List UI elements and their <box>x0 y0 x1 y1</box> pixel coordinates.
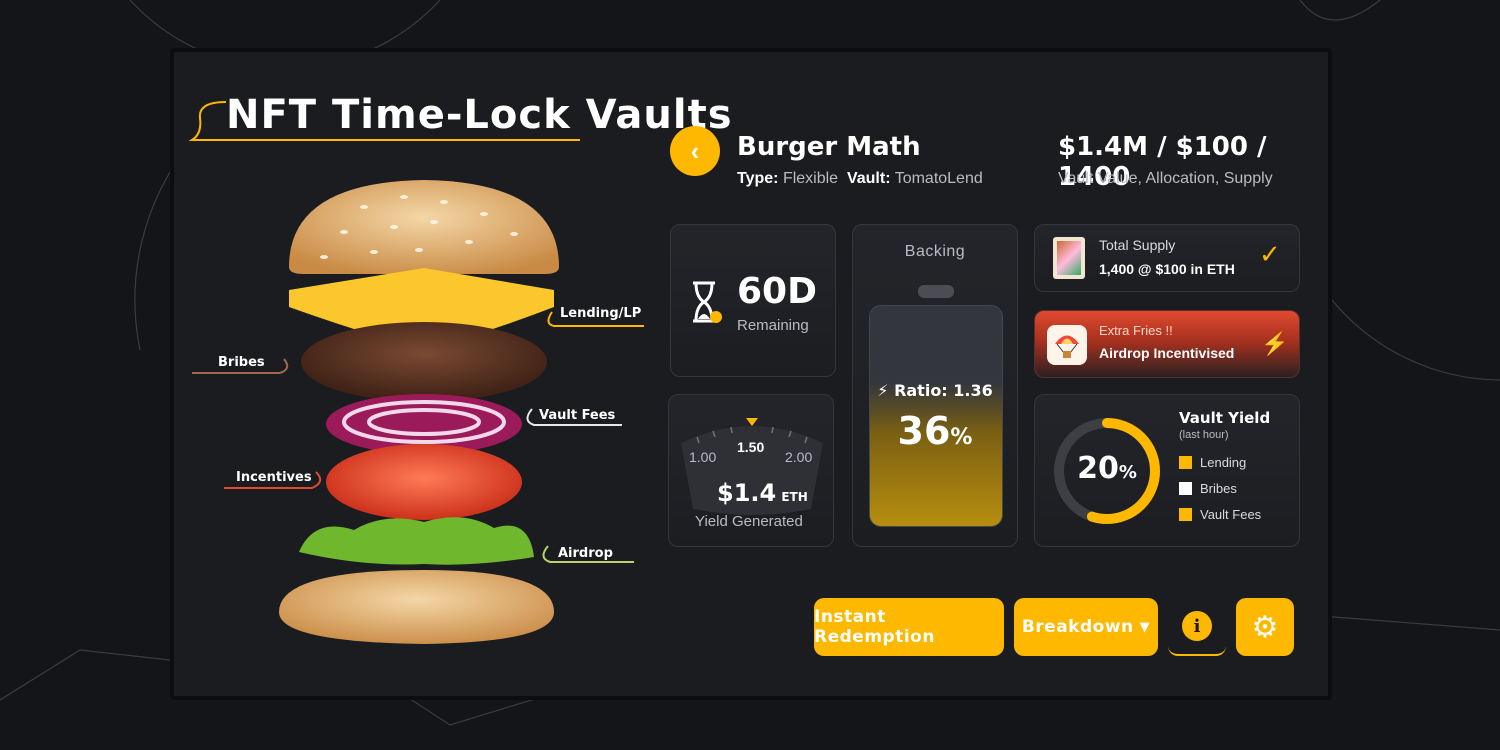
backing-title: Backing <box>904 243 966 260</box>
breakdown-button[interactable]: Breakdown ▼ <box>1014 598 1158 656</box>
backing-percent-sign: % <box>950 425 973 450</box>
promo-card[interactable]: Extra Fries !! Airdrop Incentivised ⚡ <box>1034 310 1300 378</box>
backing-card: Backing ⚡ Ratio: 1.36 36% <box>852 224 1018 547</box>
yield-card: 1.00 1.50 2.00 $1.4 ETH Yield Generated <box>668 394 834 547</box>
total-supply-card: Total Supply 1,400 @ $100 in ETH ✓ <box>1034 224 1300 292</box>
instant-redemption-button[interactable]: Instant Redemption <box>814 598 1004 656</box>
gear-icon: ⚙ <box>1251 610 1279 644</box>
promo-title: Extra Fries !! <box>1099 323 1173 338</box>
back-button[interactable]: ‹ <box>670 126 720 176</box>
battery-fill <box>870 383 1002 526</box>
parachute-icon <box>1047 325 1087 365</box>
check-icon: ✓ <box>1259 239 1281 269</box>
vault-key: Vault: <box>846 170 891 187</box>
gauge-min: 1.00 <box>689 449 717 465</box>
vault-yield-card: 20% Vault Yield (last hour) Lending Brib… <box>1034 394 1300 547</box>
nft-thumbnail <box>1053 237 1085 279</box>
yield-amount-row: $1.4 ETH <box>717 479 808 507</box>
summary-caption: Vault Value, Allocation, Supply <box>1058 170 1273 187</box>
vault-name: Burger Math <box>737 132 921 162</box>
vault-yield-percent: 20 <box>1077 451 1119 486</box>
vault-meta: Type: Flexible Vault: TomatoLend <box>737 170 983 188</box>
legend-item: Vault Fees <box>1179 501 1261 527</box>
airdrop-line <box>542 545 634 563</box>
vault-yield-percent-sign: % <box>1118 462 1137 483</box>
vault-yield-legend: Lending Bribes Vault Fees <box>1179 449 1261 527</box>
yield-amount: $1.4 <box>717 479 777 507</box>
backing-percent-row: 36% <box>853 409 1017 453</box>
legend-item: Bribes <box>1179 475 1261 501</box>
vault-dashboard: NFT Time-Lock Vaults Lending/LP Bribes V… <box>170 48 1332 700</box>
caret-down-icon: ▼ <box>1139 619 1151 635</box>
supply-title: Total Supply <box>1099 237 1176 253</box>
promo-detail: Airdrop Incentivised <box>1099 345 1235 361</box>
yield-label: Yield Generated <box>695 513 803 530</box>
yield-unit: ETH <box>781 490 808 504</box>
bolt-icon: ⚡ <box>877 381 889 400</box>
settings-button[interactable]: ⚙ <box>1236 598 1294 656</box>
gauge-mid: 1.50 <box>737 439 765 455</box>
vault-value: TomatoLend <box>894 170 983 187</box>
remaining-value: 60D <box>737 271 817 312</box>
remaining-label: Remaining <box>737 317 809 334</box>
vault-yield-percent-row: 20% <box>1051 451 1163 486</box>
remaining-card: 60D Remaining <box>670 224 836 377</box>
ratio-text: Ratio: 1.36 <box>894 381 993 400</box>
battery-cap <box>918 285 954 298</box>
type-key: Type: <box>737 170 779 187</box>
legend-swatch <box>1179 455 1192 469</box>
hourglass-icon <box>693 281 722 323</box>
legend-swatch <box>1179 507 1192 521</box>
info-button[interactable]: i <box>1168 598 1226 656</box>
gauge-pointer-icon <box>746 418 758 426</box>
lending-line <box>547 311 644 327</box>
vault-fees-line <box>526 408 622 426</box>
legend-label: Vault Fees <box>1200 506 1262 522</box>
lightning-icon: ⚡ <box>1261 331 1289 356</box>
legend-item: Lending <box>1179 449 1261 475</box>
chevron-left-icon: ‹ <box>690 135 700 166</box>
vault-yield-subtitle: (last hour) <box>1179 429 1229 441</box>
gauge-max: 2.00 <box>785 449 813 465</box>
type-value: Flexible <box>782 170 839 187</box>
legend-label: Lending <box>1200 454 1247 470</box>
bribes-line <box>192 358 289 374</box>
legend-label: Bribes <box>1200 480 1237 496</box>
legend-swatch <box>1179 481 1192 495</box>
backing-percent: 36 <box>897 409 951 453</box>
page-title: NFT Time-Lock Vaults <box>226 92 733 138</box>
ratio-row: ⚡ Ratio: 1.36 <box>853 381 1017 400</box>
breakdown-label: Breakdown <box>1021 617 1134 637</box>
vault-yield-title: Vault Yield <box>1179 409 1271 427</box>
incentives-line <box>224 471 322 489</box>
supply-detail: 1,400 @ $100 in ETH <box>1099 261 1235 277</box>
info-icon: i <box>1182 611 1212 641</box>
